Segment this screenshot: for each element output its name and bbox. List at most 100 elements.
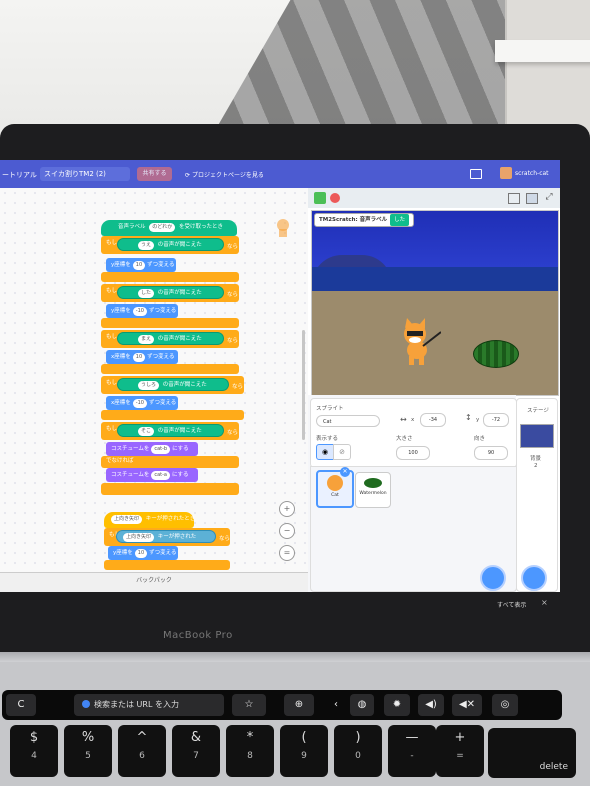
shelf (505, 0, 590, 140)
then-keyword: なら (227, 338, 239, 344)
large-stage-icon[interactable] (526, 193, 538, 204)
brightness-icon[interactable]: ✹ (384, 694, 410, 716)
change-y-block-2[interactable]: y座標を -10 ずつ変える (106, 304, 178, 318)
avatar[interactable] (500, 167, 512, 179)
costume-dropdown[interactable]: cat-b (151, 445, 171, 454)
stage[interactable] (311, 210, 559, 396)
voice-condition-3[interactable]: まえ の音声が聞こえた (117, 332, 224, 345)
costume-dropdown[interactable]: cat-a (151, 471, 170, 480)
key-dropdown[interactable]: 上向き矢印 (123, 533, 155, 542)
voice-condition-4[interactable]: うしろ の音声が聞こえた (117, 378, 229, 391)
fullscreen-icon[interactable]: ⤢ (544, 192, 554, 202)
username[interactable]: scratch-cat (515, 170, 549, 177)
small-stage-icon[interactable] (508, 193, 520, 204)
key-8[interactable]: * 8 (226, 725, 274, 777)
backdrop-thumbnail[interactable] (520, 424, 554, 448)
siri-icon[interactable]: ◍ (350, 694, 374, 716)
key-bottom: 9 (301, 751, 307, 761)
value-input[interactable]: 10 (132, 353, 146, 362)
see-project-page-link[interactable]: ⟳ プロジェクトページを見る (185, 170, 264, 179)
key-9[interactable]: (9 (280, 725, 328, 777)
url-field[interactable]: 検索または URL を入力 (74, 694, 224, 716)
x-label: x (411, 417, 415, 423)
zoom-reset-button[interactable]: = (279, 545, 295, 561)
mute-icon[interactable]: ◀✕ (452, 694, 482, 716)
voice-condition-2[interactable]: した の音声が聞こえた (117, 286, 224, 299)
voice-label-dropdown[interactable]: そこ (138, 427, 155, 436)
switch-costume-block-2[interactable]: コスチュームを cat-a にする (106, 468, 198, 482)
switch-costume-block-1[interactable]: コスチュームを cat-b にする (106, 442, 198, 456)
voice-label-dropdown[interactable]: まえ (138, 335, 155, 344)
folder-icon[interactable] (470, 169, 482, 179)
key-top: & (190, 730, 202, 745)
code-scrollbar[interactable] (302, 330, 305, 440)
hide-eye-icon[interactable]: ⊘ (333, 444, 351, 460)
hat-block-voice-label[interactable]: 音声ラベル のどれか を受け取ったとき (101, 220, 237, 236)
value-input[interactable]: 10 (134, 549, 148, 558)
key-pressed-hat[interactable]: 上向き矢印 キーが押されたとき (104, 512, 195, 528)
zoom-in-button[interactable]: + (279, 501, 295, 517)
change-y-block-1[interactable]: y座標を 10 ずつ変える (106, 258, 176, 272)
key-top: $ (29, 730, 39, 745)
change-x-block-2[interactable]: x座標を -10 ずつ変える (106, 396, 178, 410)
key-bottom: - (410, 751, 414, 761)
size-field[interactable]: 100 (396, 446, 430, 460)
key-0[interactable]: ) 0 (334, 725, 382, 777)
star-icon[interactable]: ☆ (232, 694, 266, 716)
show-eye-icon[interactable]: ◉ (316, 444, 334, 460)
backpack-bar[interactable]: バックパック (0, 572, 308, 593)
key-bottom: = (456, 751, 464, 761)
delete-sprite-icon[interactable]: ✕ (340, 467, 350, 477)
volume-icon[interactable]: ◀) (418, 694, 444, 716)
y-field[interactable]: -72 (483, 413, 509, 427)
tutorials-menu[interactable]: ートリアル (2, 170, 37, 180)
change-x-block-1[interactable]: x座標を 10 ずつ変える (106, 350, 178, 364)
key-top: % (81, 730, 95, 745)
delete-key[interactable]: delete (488, 728, 576, 778)
sprite-name-field[interactable]: Cat (316, 415, 380, 427)
reload-icon[interactable]: C (6, 694, 36, 716)
show-all-link[interactable]: すべて表示 (497, 600, 526, 609)
siri-button-icon[interactable]: ◎ (492, 694, 518, 716)
if-block-1-end (101, 272, 239, 282)
chevron-left-icon[interactable]: ‹ (326, 694, 346, 716)
value-input[interactable]: 10 (132, 261, 146, 270)
stop-icon[interactable] (330, 193, 340, 203)
add-backdrop-icon[interactable] (521, 565, 547, 591)
watermelon-sprite[interactable] (473, 340, 519, 368)
voice-label-dropdown[interactable]: うしろ (138, 381, 160, 390)
new-tab-icon[interactable]: ⊕ (284, 694, 314, 716)
hat-dropdown[interactable]: のどれか (149, 223, 176, 232)
sprite-card-watermelon[interactable]: Watermelon (355, 472, 391, 508)
key-condition[interactable]: 上向き矢印 キーが押された (116, 530, 216, 543)
cat-sprite-icon[interactable] (393, 318, 441, 366)
close-icon[interactable]: × (541, 598, 548, 607)
block-prefix: y座標を (111, 308, 131, 314)
if-keyword: もし (106, 380, 118, 386)
condition-text: の音声が聞こえた (162, 382, 207, 388)
voice-condition-5[interactable]: そこ の音声が聞こえた (117, 424, 224, 437)
value-input[interactable]: -10 (132, 399, 147, 408)
voice-label-dropdown[interactable]: した (138, 289, 155, 298)
key-bottom: 4 (31, 751, 37, 761)
direction-field[interactable]: 90 (474, 446, 508, 460)
value-input[interactable]: -10 (132, 307, 147, 316)
key-7[interactable]: & 7 (172, 725, 220, 777)
change-y-block-3[interactable]: y座標を 10 ずつ変える (108, 546, 178, 560)
block-prefix: x座標を (111, 400, 131, 406)
key-5[interactable]: % 5 (64, 725, 112, 777)
add-sprite-icon[interactable] (480, 565, 506, 591)
key-minus[interactable]: — - (388, 725, 436, 777)
key-dropdown[interactable]: 上向き矢印 (111, 515, 143, 524)
key-6[interactable]: ^ 6 (118, 725, 166, 777)
zoom-out-button[interactable]: − (279, 523, 295, 539)
monitor-label: TM2Scratch: 音声ラベル (319, 217, 388, 223)
voice-label-dropdown[interactable]: うえ (138, 241, 155, 250)
share-button[interactable]: 共有する (137, 167, 172, 181)
voice-condition-1[interactable]: うえ の音声が聞こえた (117, 238, 224, 251)
key-4[interactable]: $4 (10, 725, 58, 777)
key-equals[interactable]: + = (436, 725, 484, 777)
green-flag-icon[interactable] (314, 192, 326, 204)
project-title-input[interactable]: スイカ割りTM2 (2) (40, 167, 130, 181)
x-field[interactable]: -34 (420, 413, 446, 427)
